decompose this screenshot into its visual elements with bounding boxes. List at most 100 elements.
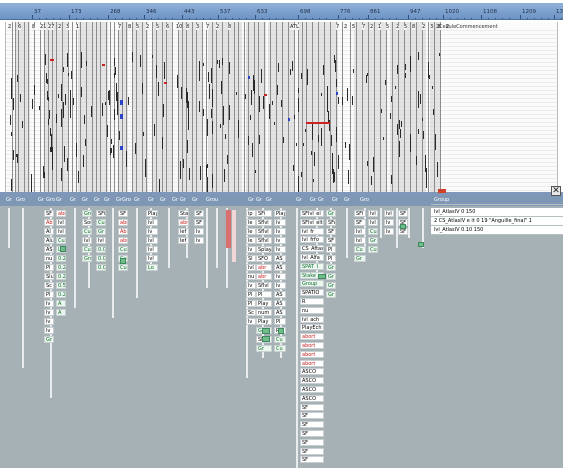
panel-item[interactable]: lvl xyxy=(56,219,66,226)
green-item[interactable] xyxy=(400,224,406,229)
panel-item[interactable]: abr xyxy=(118,219,128,226)
panel-item[interactable]: SF xyxy=(300,412,324,420)
event-marker[interactable] xyxy=(120,100,123,105)
panel-item[interactable]: Sta xyxy=(178,210,189,217)
panel-item[interactable]: Pl xyxy=(246,291,256,298)
green-item[interactable] xyxy=(418,242,424,247)
panel-item[interactable]: SFi xyxy=(256,210,272,217)
panel-item[interactable]: Pl xyxy=(326,255,336,262)
panel-item[interactable]: Gro xyxy=(82,210,92,217)
panel-item[interactable]: lvl_Alfa xyxy=(300,254,324,261)
panel-item[interactable]: Pl xyxy=(44,264,54,271)
timeline-track-area[interactable]: 2 6 8 21 27 2 3 1 7 8 5 2 5 6 10 8 3 7 2 8 ATL 7 2 5 7 2 1 5 2 5 8 2 3 8 2… xyxy=(5,22,558,192)
panel-item[interactable]: Splay xyxy=(256,246,272,253)
panel-item[interactable]: lvl xyxy=(354,237,366,244)
panel-item[interactable]: nu xyxy=(246,273,256,280)
panel-item[interactable]: abort xyxy=(300,342,324,349)
panel-item[interactable]: SF xyxy=(118,210,128,217)
event-marker[interactable] xyxy=(248,76,250,79)
panel-item[interactable]: 0.0 xyxy=(96,255,106,262)
panel-item[interactable]: 0.2 xyxy=(56,273,66,280)
panel-item[interactable]: ASCO xyxy=(300,377,324,385)
panel-item[interactable]: SF xyxy=(398,210,408,217)
panel-item[interactable]: AS xyxy=(274,309,286,316)
panel-item[interactable]: lv xyxy=(44,318,54,325)
panel-item[interactable]: lv xyxy=(246,282,256,289)
panel-item[interactable]: 0.2 xyxy=(56,264,66,271)
green-item[interactable] xyxy=(318,274,326,279)
panel-item[interactable]: lvl xyxy=(354,228,366,235)
panel-item[interactable]: lv xyxy=(44,327,54,334)
panel-item[interactable]: Gr xyxy=(256,345,272,352)
panel-item[interactable]: Gro xyxy=(82,255,92,262)
panel-item[interactable]: lv xyxy=(274,246,286,253)
panel-item[interactable]: 0.5 xyxy=(56,282,66,289)
panel-item[interactable]: lvl_frfo xyxy=(300,236,324,244)
panel-item[interactable]: Cur xyxy=(82,228,92,235)
panel-item[interactable]: A xyxy=(56,309,66,316)
panel-item[interactable]: SFO_ xyxy=(256,255,272,262)
panel-item[interactable]: SFlvl_el xyxy=(300,210,324,217)
panel-item[interactable]: abort xyxy=(300,333,324,341)
panel-item[interactable]: ASCO xyxy=(300,386,324,393)
panel-item[interactable]: Group xyxy=(300,280,324,288)
panel-item[interactable]: ip xyxy=(246,210,256,217)
panel-item[interactable]: SF xyxy=(194,210,204,217)
panel-item[interactable]: lv xyxy=(274,282,286,289)
panel-item[interactable]: SF xyxy=(300,447,324,455)
panel-item[interactable]: abr xyxy=(56,210,66,217)
panel-item[interactable]: A xyxy=(56,300,66,307)
selected-red-item[interactable] xyxy=(226,210,231,248)
panel-item[interactable]: SF xyxy=(326,237,336,244)
panel-item[interactable]: le xyxy=(246,228,256,235)
panel-item[interactable]: AS xyxy=(44,246,54,253)
panel-item[interactable]: Gr xyxy=(326,210,336,217)
panel-item[interactable]: SF xyxy=(300,430,324,437)
panel-item[interactable]: Cu xyxy=(368,246,378,253)
panel-item[interactable]: lv xyxy=(384,219,394,226)
panel-item[interactable]: nu xyxy=(44,255,54,262)
event-marker[interactable] xyxy=(102,64,105,66)
panel-item[interactable]: 0.2 xyxy=(56,291,66,298)
panel-item[interactable]: SFlvl_elto xyxy=(300,218,324,226)
panel-item[interactable]: ASCO xyxy=(300,394,324,402)
panel-item[interactable]: Sl xyxy=(246,255,256,262)
panel-item[interactable]: lef xyxy=(178,237,189,244)
green-item[interactable] xyxy=(120,258,126,264)
panel-item[interactable]: Ab xyxy=(44,219,54,226)
event-marker[interactable] xyxy=(120,114,123,119)
panel-item[interactable]: nu xyxy=(300,306,324,314)
panel-item[interactable]: Gr xyxy=(326,264,336,271)
panel-item[interactable]: SF xyxy=(300,456,324,464)
panel-item[interactable]: Cu xyxy=(118,246,128,253)
panel-item[interactable]: SPAT_I xyxy=(300,262,324,270)
green-item[interactable] xyxy=(60,246,66,252)
panel-item[interactable]: Slu xyxy=(44,273,54,280)
panel-item[interactable]: 0.0 xyxy=(96,246,106,253)
panel-item[interactable]: AS xyxy=(274,291,286,298)
panel-item[interactable]: Alu xyxy=(44,237,54,244)
panel-item[interactable]: Pl xyxy=(274,318,286,325)
panel-item[interactable]: Gr xyxy=(326,291,336,298)
panel-item[interactable]: abort xyxy=(300,359,324,367)
panel-item[interactable]: SPATIO xyxy=(300,289,324,297)
panel-item[interactable]: Sflvl xyxy=(256,282,272,289)
green-item[interactable] xyxy=(262,328,270,334)
green-item[interactable] xyxy=(262,336,270,342)
panel-item[interactable]: abr xyxy=(256,273,272,280)
panel-item[interactable]: lv xyxy=(274,219,286,226)
panel-item[interactable]: 0.2 xyxy=(56,255,66,262)
panel-item[interactable]: Cu xyxy=(354,246,366,253)
panel-item[interactable]: SF xyxy=(300,438,324,446)
panel-item[interactable]: Gr xyxy=(326,273,336,280)
panel-item[interactable]: SF xyxy=(44,210,54,217)
panel-item[interactable]: lvl xyxy=(246,264,256,271)
group-row[interactable]: lvl_AtlasIV 0.10 150 xyxy=(431,226,563,235)
panel-item[interactable]: Sflvl_ xyxy=(256,237,272,244)
panel-item[interactable]: abort xyxy=(300,350,324,358)
panel-item[interactable]: Pl xyxy=(256,291,272,298)
panel-item[interactable]: lvl xyxy=(146,255,158,262)
panel-item[interactable]: lvl xyxy=(146,237,158,244)
panel-item[interactable]: Ab xyxy=(118,228,128,235)
panel-item[interactable]: lv xyxy=(246,318,256,325)
